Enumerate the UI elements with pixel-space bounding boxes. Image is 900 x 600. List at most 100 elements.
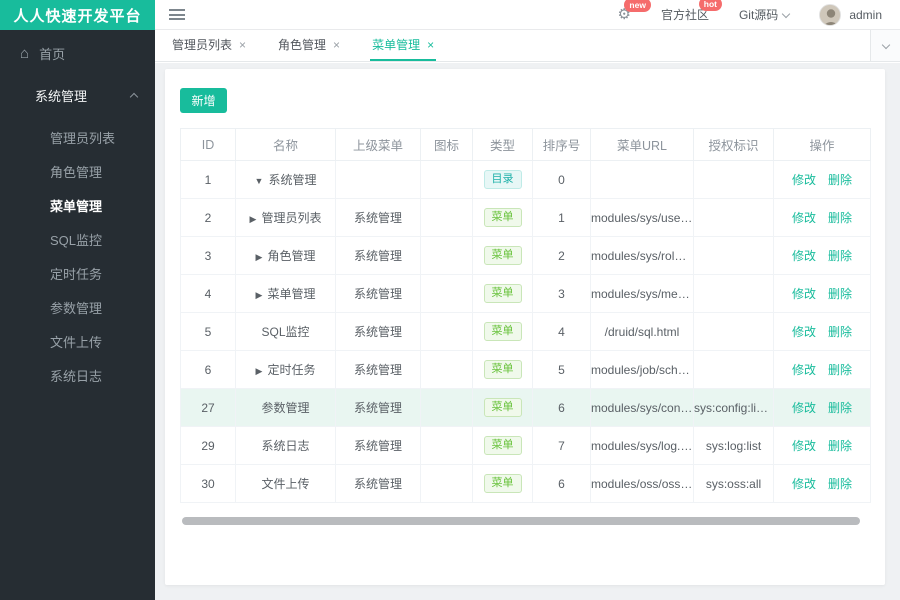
cell-id: 29 <box>180 426 236 465</box>
cell-type: 菜单 <box>472 198 533 237</box>
sidebar-home-label: 首页 <box>39 46 66 62</box>
type-badge: 菜单 <box>483 284 522 303</box>
cell-perms: sys:oss:all <box>693 464 774 503</box>
tab[interactable]: 角色管理 × <box>276 30 342 61</box>
menu-name: SQL监控 <box>261 325 310 339</box>
cell-sort: 1 <box>532 198 591 237</box>
horizontal-scrollbar <box>180 517 870 526</box>
sidebar-item[interactable]: 菜单管理 <box>0 188 155 222</box>
delete-link[interactable]: 删除 <box>828 249 852 263</box>
caret-right-icon[interactable]: ▶ <box>256 366 263 376</box>
settings-link[interactable]: ⚙ new <box>618 0 651 22</box>
caret-right-icon[interactable]: ▶ <box>250 214 257 224</box>
edit-link[interactable]: 修改 <box>792 439 816 453</box>
sidebar: 人人快速开发平台 ⌂ 首页 系统管理 管理员列表 角色管理 菜单管理 SQL监控 定时任… <box>0 0 155 600</box>
sidebar-item[interactable]: SQL监控 <box>0 222 155 256</box>
add-button[interactable]: 新增 <box>180 88 227 113</box>
username: admin <box>849 7 882 22</box>
cell-perms <box>693 236 774 275</box>
delete-link[interactable]: 删除 <box>828 477 852 491</box>
hamburger-icon[interactable] <box>169 7 185 23</box>
cell-icon <box>420 464 473 503</box>
menu-name: 菜单管理 <box>267 287 316 301</box>
menu-name: 参数管理 <box>261 401 310 415</box>
delete-link[interactable]: 删除 <box>828 287 852 301</box>
cell-actions: 修改 删除 <box>773 160 871 199</box>
edit-link[interactable]: 修改 <box>792 363 816 377</box>
cell-name: ▶ 菜单管理 <box>235 274 336 313</box>
type-badge: 目录 <box>483 170 522 189</box>
edit-link[interactable]: 修改 <box>792 401 816 415</box>
cell-icon <box>420 274 473 313</box>
edit-link[interactable]: 修改 <box>792 173 816 187</box>
cell-url: modules/sys/log.h... <box>590 426 694 465</box>
app: 人人快速开发平台 ⌂ 首页 系统管理 管理员列表 角色管理 菜单管理 SQL监控 定时任… <box>0 0 900 600</box>
sidebar-item[interactable]: 管理员列表 <box>0 120 155 154</box>
sidebar-item[interactable]: 文件上传 <box>0 324 155 358</box>
edit-link[interactable]: 修改 <box>792 287 816 301</box>
cell-parent: 系统管理 <box>335 350 421 389</box>
scrollbar-thumb[interactable] <box>182 517 860 525</box>
edit-link[interactable]: 修改 <box>792 325 816 339</box>
cell-name: SQL监控 <box>235 312 336 351</box>
delete-link[interactable]: 删除 <box>828 211 852 225</box>
edit-link[interactable]: 修改 <box>792 249 816 263</box>
caret-right-icon[interactable]: ▶ <box>256 252 263 262</box>
cell-icon <box>420 426 473 465</box>
caret-right-icon[interactable]: ▶ <box>256 290 263 300</box>
chevron-down-icon <box>782 9 791 18</box>
cell-parent: 系统管理 <box>335 274 421 313</box>
close-icon[interactable]: × <box>333 39 340 51</box>
cell-id: 27 <box>180 388 236 427</box>
cell-actions: 修改 删除 <box>773 388 871 427</box>
cell-type: 菜单 <box>472 350 533 389</box>
menu-name: 管理员列表 <box>261 211 322 225</box>
delete-link[interactable]: 删除 <box>828 363 852 377</box>
sidebar-item[interactable]: 系统日志 <box>0 358 155 392</box>
cell-icon <box>420 198 473 237</box>
caret-down-icon[interactable]: ▼ <box>255 176 264 186</box>
close-icon[interactable]: × <box>427 39 434 51</box>
main-area: ⚙ new 官方社区 hot Git源码 admin 管理员列表 × 角色管理 … <box>155 0 900 600</box>
cell-actions: 修改 删除 <box>773 426 871 465</box>
sidebar-item[interactable]: 角色管理 <box>0 154 155 188</box>
cell-type: 目录 <box>472 160 533 199</box>
sidebar-item[interactable]: 定时任务 <box>0 256 155 290</box>
type-badge: 菜单 <box>483 246 522 265</box>
column-header: 类型 <box>472 128 533 161</box>
cell-name: 参数管理 <box>235 388 336 427</box>
cell-type: 菜单 <box>472 274 533 313</box>
table-card: 新增 ID 名称 上级菜单 图标 类型 排序号 菜单URL 授权标识 操作 1 ▼ 系统管理 目录 0 修… <box>165 69 885 585</box>
brand-title: 人人快速开发平台 <box>0 0 155 30</box>
cell-url: modules/oss/oss.... <box>590 464 694 503</box>
edit-link[interactable]: 修改 <box>792 477 816 491</box>
cell-url: modules/sys/confi... <box>590 388 694 427</box>
cell-id: 3 <box>180 236 236 275</box>
delete-link[interactable]: 删除 <box>828 439 852 453</box>
edit-link[interactable]: 修改 <box>792 211 816 225</box>
tab[interactable]: 菜单管理 × <box>370 30 437 61</box>
new-badge: new <box>624 0 651 12</box>
close-icon[interactable]: × <box>239 39 246 51</box>
delete-link[interactable]: 删除 <box>828 325 852 339</box>
delete-link[interactable]: 删除 <box>828 173 852 187</box>
sidebar-group-system[interactable]: 系统管理 <box>0 76 155 114</box>
cell-sort: 2 <box>532 236 591 275</box>
cell-url <box>590 160 694 199</box>
user-menu[interactable]: admin <box>819 3 882 26</box>
git-source-link[interactable]: Git源码 <box>739 6 791 23</box>
community-link[interactable]: 官方社区 hot <box>661 0 722 23</box>
tab-overflow-button[interactable] <box>870 30 900 61</box>
cell-actions: 修改 删除 <box>773 198 871 237</box>
column-header: 排序号 <box>532 128 591 161</box>
cell-url: modules/sys/role.... <box>590 236 694 275</box>
sidebar-item[interactable]: 参数管理 <box>0 290 155 324</box>
type-badge: 菜单 <box>483 208 522 227</box>
cell-type: 菜单 <box>472 388 533 427</box>
delete-link[interactable]: 删除 <box>828 401 852 415</box>
cell-sort: 6 <box>532 388 591 427</box>
tab[interactable]: 管理员列表 × <box>170 30 248 61</box>
cell-url: /druid/sql.html <box>590 312 694 351</box>
table-row: 4 ▶ 菜单管理 系统管理 菜单 3 modules/sys/men... 修改 删除 <box>180 274 871 313</box>
sidebar-item-home[interactable]: ⌂ 首页 <box>0 30 155 76</box>
